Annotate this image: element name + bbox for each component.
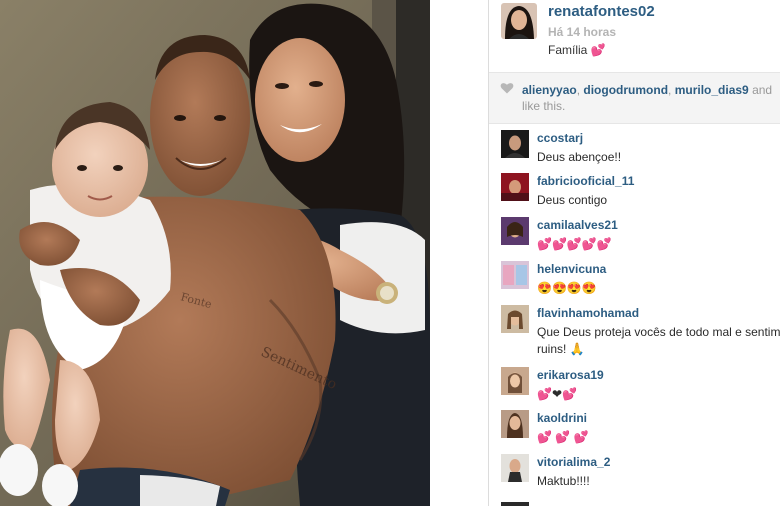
- commenter-avatar[interactable]: [501, 173, 529, 201]
- likes-suffix: like this.: [522, 99, 566, 113]
- commenter-avatar[interactable]: [501, 410, 529, 438]
- comments-panel: renatafontes02 Há 14 horas Família 💕 ali…: [489, 0, 780, 506]
- post-photo[interactable]: Sentimento Fonte: [0, 0, 430, 506]
- comment-text: Deus contigo: [537, 193, 608, 207]
- comment-username[interactable]: kaoldrini: [537, 411, 587, 425]
- commenter-avatar[interactable]: [501, 217, 529, 245]
- comment-username[interactable]: fabriciooficial_11: [537, 174, 634, 188]
- divider: [489, 123, 780, 124]
- commenter-avatar[interactable]: [501, 454, 529, 482]
- photo-image: Sentimento Fonte: [0, 0, 430, 506]
- post-caption: Família 💕: [548, 43, 606, 57]
- likes-separator: ,: [668, 83, 675, 97]
- post-timestamp: Há 14 horas: [548, 25, 617, 39]
- author-avatar-image: [501, 3, 537, 39]
- comment-username[interactable]: ccostarj: [537, 131, 583, 145]
- comment-username[interactable]: flavinhamohamad: [537, 306, 639, 320]
- comment-username[interactable]: vitorialima_2: [537, 455, 610, 469]
- commenter-avatar[interactable]: [501, 261, 529, 289]
- liker-link[interactable]: diogodrumond: [583, 83, 668, 97]
- comment-text: 😍😍😍😍: [537, 281, 597, 295]
- author-username[interactable]: renatafontes02: [548, 3, 655, 20]
- commenter-avatar[interactable]: [501, 367, 529, 395]
- likes-text: alienyyao, diogodrumond, murilo_dias9 an…: [522, 82, 780, 114]
- comment-text: 💕 💕 💕: [537, 430, 589, 444]
- post-header: renatafontes02 Há 14 horas Família 💕: [489, 0, 780, 72]
- comment-text: Que Deus proteja vocês de todo mal e sen…: [537, 325, 780, 356]
- commenter-avatar[interactable]: [501, 502, 529, 506]
- likes-and: and: [748, 83, 773, 97]
- comment-username[interactable]: erikarosa19: [537, 368, 604, 382]
- likes-section: alienyyao, diogodrumond, murilo_dias9 an…: [489, 73, 780, 123]
- photo-gap: [430, 0, 488, 506]
- comment-text: Maktub!!!!: [537, 474, 590, 488]
- author-avatar[interactable]: [501, 3, 537, 39]
- comment-text: 💕💕💕💕💕: [537, 237, 612, 251]
- comment-text: Deus abençoe!!: [537, 150, 622, 164]
- comment-username[interactable]: camilaalves21: [537, 218, 618, 232]
- commenter-avatar[interactable]: [501, 130, 529, 158]
- comment-text: 💕❤💕: [537, 387, 577, 401]
- comment-username[interactable]: helenvicuna: [537, 262, 606, 276]
- liker-link[interactable]: alienyyao: [522, 83, 577, 97]
- commenter-avatar[interactable]: [501, 305, 529, 333]
- heart-icon[interactable]: [500, 81, 514, 95]
- liker-link[interactable]: murilo_dias9: [675, 83, 749, 97]
